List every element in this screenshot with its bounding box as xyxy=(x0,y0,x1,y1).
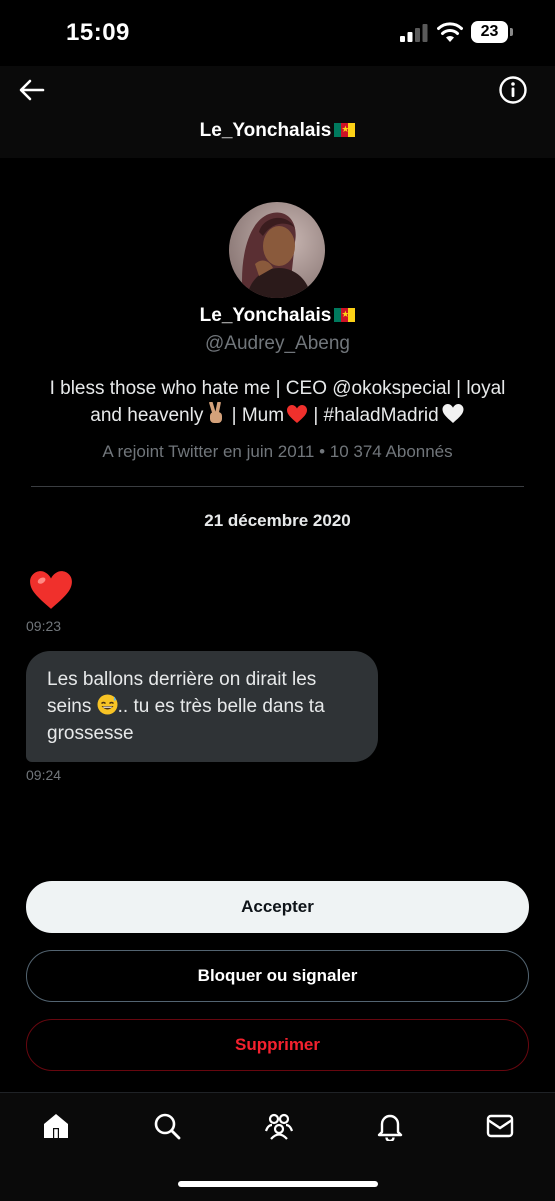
profile-name-text: Le_Yonchalais xyxy=(199,305,332,326)
header-title: Le_Yonchalais xyxy=(0,120,555,142)
profile-handle[interactable]: @Audrey_Abeng xyxy=(0,333,555,355)
message-bubble[interactable]: Les ballons derrière on dirait les seins… xyxy=(26,651,378,762)
home-indicator xyxy=(178,1181,378,1187)
bio-text-b: | Mum xyxy=(226,405,285,426)
wifi-icon xyxy=(437,22,463,42)
cameroon-flag-icon xyxy=(334,122,356,137)
white-heart-icon xyxy=(442,404,464,423)
header-username: Le_Yonchalais xyxy=(199,120,332,141)
cellular-signal-icon xyxy=(400,24,428,42)
message-timestamp: 09:24 xyxy=(26,767,62,783)
victory-hand-icon xyxy=(209,401,223,423)
search-icon[interactable] xyxy=(152,1111,182,1141)
block-or-report-button[interactable]: Bloquer ou signaler xyxy=(26,950,529,1002)
bio-line-2: and heavenly | Mum | #haladMadrid xyxy=(20,401,535,429)
home-icon[interactable] xyxy=(41,1111,71,1141)
profile-bio: I bless those who hate me | CEO @okokspe… xyxy=(20,376,535,429)
divider xyxy=(31,486,524,487)
battery-icon: 23 xyxy=(471,21,513,43)
communities-icon[interactable] xyxy=(264,1111,294,1141)
bio-text-a: and heavenly xyxy=(90,405,204,426)
grinning-sweat-icon xyxy=(97,694,118,715)
cameroon-flag-icon xyxy=(334,307,356,322)
battery-level: 23 xyxy=(471,21,508,43)
delete-button[interactable]: Supprimer xyxy=(26,1019,529,1071)
red-heart-icon[interactable] xyxy=(28,568,74,612)
message-timestamp: 09:23 xyxy=(26,618,62,634)
bio-text-c: | #haladMadrid xyxy=(308,405,439,426)
accept-button[interactable]: Accepter xyxy=(26,881,529,933)
status-time: 15:09 xyxy=(66,19,130,46)
conversation-date: 21 décembre 2020 xyxy=(204,511,351,530)
red-heart-icon xyxy=(287,405,308,423)
bio-line-1: I bless those who hate me | CEO @okokspe… xyxy=(49,378,506,399)
joined-and-followers: A rejoint Twitter en juin 2011 • 10 374 … xyxy=(102,442,453,461)
info-icon[interactable] xyxy=(498,75,528,105)
battery-tip xyxy=(510,28,513,36)
arrow-left-icon[interactable] xyxy=(16,74,48,106)
avatar-image xyxy=(229,202,325,298)
messages-icon[interactable] xyxy=(485,1111,515,1141)
avatar[interactable] xyxy=(229,202,325,298)
notifications-icon[interactable] xyxy=(375,1111,405,1141)
profile-name[interactable]: Le_Yonchalais xyxy=(0,305,555,327)
conversation-header: Le_Yonchalais xyxy=(0,66,555,158)
status-bar: 15:09 23 xyxy=(0,0,555,66)
